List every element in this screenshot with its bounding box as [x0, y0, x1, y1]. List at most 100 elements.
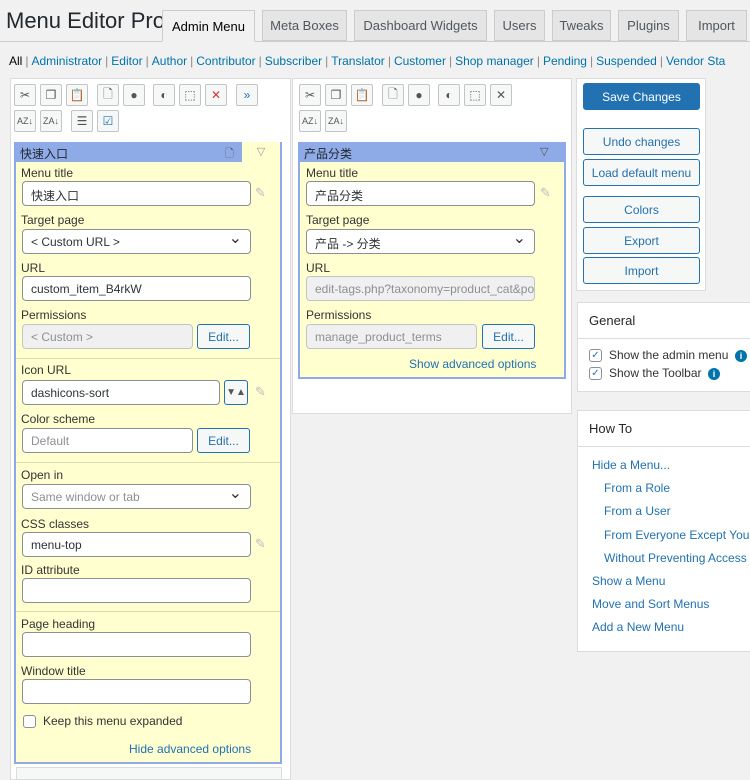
- colors-button[interactable]: Colors: [583, 196, 700, 223]
- howto-move-sort-link[interactable]: Move and Sort Menus: [592, 597, 709, 611]
- role-all[interactable]: All: [9, 54, 22, 68]
- submenu-item-header[interactable]: 产品分类: [300, 142, 564, 162]
- role-pending[interactable]: Pending: [543, 54, 587, 68]
- show-toolbar-checkbox[interactable]: ✓: [589, 367, 602, 380]
- cut-icon[interactable]: ✂: [14, 84, 36, 106]
- tab-dashboard-widgets[interactable]: Dashboard Widgets: [354, 10, 487, 41]
- sort-asc-icon[interactable]: AZ↓: [299, 110, 321, 132]
- target-page-select[interactable]: 产品 -> 分类: [306, 229, 535, 254]
- role-translator[interactable]: Translator: [331, 54, 385, 68]
- list-icon[interactable]: ☰: [71, 110, 93, 132]
- undo-changes-button[interactable]: Undo changes: [583, 128, 700, 155]
- howto-from-role-link[interactable]: From a Role: [604, 481, 670, 495]
- id-attribute-input[interactable]: [22, 578, 251, 603]
- hide-advanced-link[interactable]: Hide advanced options: [129, 742, 251, 756]
- deselect-icon[interactable]: ⬚: [179, 84, 201, 106]
- info-icon[interactable]: i: [708, 368, 720, 380]
- target-page-label: Target page: [306, 213, 370, 227]
- role-suspended[interactable]: Suspended: [596, 54, 657, 68]
- new-separator-icon[interactable]: ●: [123, 84, 145, 106]
- keep-expanded-checkbox[interactable]: [23, 715, 36, 728]
- menu-title-label: Menu title: [21, 166, 74, 180]
- howto-show-menu-link[interactable]: Show a Menu: [592, 574, 665, 588]
- copy-icon[interactable]: ❐: [325, 84, 347, 106]
- import-button[interactable]: Import: [583, 257, 700, 284]
- tab-admin-menu[interactable]: Admin Menu: [162, 10, 255, 42]
- new-separator-icon[interactable]: ●: [408, 84, 430, 106]
- permissions-edit-button[interactable]: Edit...: [482, 324, 535, 349]
- collapse-toggle-icon[interactable]: ▽: [242, 142, 280, 162]
- collapse-toggle-icon[interactable]: ▽: [540, 145, 548, 158]
- role-contributor[interactable]: Contributor: [196, 54, 255, 68]
- url-label: URL: [306, 261, 331, 275]
- window-title-label: Window title: [21, 664, 86, 678]
- color-scheme-input[interactable]: Default: [22, 428, 193, 453]
- role-author[interactable]: Author: [152, 54, 187, 68]
- new-menu-icon[interactable]: 🗋: [97, 84, 119, 106]
- new-menu-icon[interactable]: 🗋: [382, 84, 404, 106]
- tab-import[interactable]: Import: [686, 10, 747, 41]
- deselect-icon[interactable]: ⬚: [464, 84, 486, 106]
- tab-meta-boxes[interactable]: Meta Boxes: [262, 10, 347, 41]
- target-page-value: < Custom URL >: [31, 235, 120, 249]
- icon-selector-button[interactable]: ▼▲: [224, 380, 248, 405]
- target-page-select[interactable]: < Custom URL >: [22, 229, 251, 254]
- divider: [16, 358, 280, 359]
- target-page-label: Target page: [21, 213, 85, 227]
- howto-title: How To: [578, 411, 750, 447]
- url-input[interactable]: custom_item_B4rkW: [22, 276, 251, 301]
- open-in-select[interactable]: Same window or tab: [22, 484, 251, 509]
- page-heading-input[interactable]: [22, 632, 251, 657]
- window-title-input[interactable]: [22, 679, 251, 704]
- url-input: edit-tags.php?taxonomy=product_cat&post_…: [306, 276, 535, 301]
- sort-asc-icon[interactable]: AZ↓: [14, 110, 36, 132]
- reset-pen-icon[interactable]: ✎: [540, 185, 551, 201]
- sort-desc-icon[interactable]: ZA↓: [325, 110, 347, 132]
- info-icon[interactable]: i: [735, 350, 747, 362]
- role-customer[interactable]: Customer: [394, 54, 446, 68]
- role-administrator[interactable]: Administrator: [31, 54, 102, 68]
- tab-tweaks[interactable]: Tweaks: [552, 10, 611, 41]
- menu-title-input[interactable]: 产品分类: [306, 181, 535, 206]
- export-button[interactable]: Export: [583, 227, 700, 254]
- reset-pen-icon[interactable]: ✎: [255, 384, 266, 400]
- tab-users[interactable]: Users: [494, 10, 545, 41]
- icon-url-input[interactable]: dashicons-sort: [22, 380, 220, 405]
- menu-title-input[interactable]: 快速入口: [22, 181, 251, 206]
- next-menu-item[interactable]: [16, 767, 282, 780]
- delete-icon[interactable]: ✕: [490, 84, 512, 106]
- reset-pen-icon[interactable]: ✎: [255, 185, 266, 201]
- role-editor[interactable]: Editor: [111, 54, 142, 68]
- css-classes-label: CSS classes: [21, 517, 90, 531]
- hide-icon[interactable]: ◐: [438, 84, 460, 106]
- howto-without-preventing-link[interactable]: Without Preventing Access: [604, 551, 747, 565]
- howto-from-user-link[interactable]: From a User: [604, 504, 671, 518]
- color-scheme-edit-button[interactable]: Edit...: [197, 428, 250, 453]
- hide-icon[interactable]: ◐: [153, 84, 175, 106]
- delete-icon[interactable]: ✕: [205, 84, 227, 106]
- show-advanced-link[interactable]: Show advanced options: [409, 357, 536, 371]
- expand-icon[interactable]: »: [236, 84, 258, 106]
- paste-icon[interactable]: 📋: [66, 84, 88, 106]
- permissions-edit-button[interactable]: Edit...: [197, 324, 250, 349]
- cut-icon[interactable]: ✂: [299, 84, 321, 106]
- howto-hide-menu-link[interactable]: Hide a Menu...: [592, 458, 670, 472]
- load-default-menu-button[interactable]: Load default menu: [583, 159, 700, 186]
- keep-expanded-label: Keep this menu expanded: [43, 714, 183, 728]
- show-admin-menu-checkbox[interactable]: ✓: [589, 349, 602, 362]
- role-subscriber[interactable]: Subscriber: [265, 54, 322, 68]
- check-icon[interactable]: ☑: [97, 110, 119, 132]
- sort-desc-icon[interactable]: ZA↓: [40, 110, 62, 132]
- reset-pen-icon[interactable]: ✎: [255, 536, 266, 552]
- tab-plugins[interactable]: Plugins: [618, 10, 679, 41]
- paste-icon[interactable]: 📋: [351, 84, 373, 106]
- save-changes-button[interactable]: Save Changes: [583, 83, 700, 110]
- howto-add-menu-link[interactable]: Add a New Menu: [592, 620, 684, 634]
- copy-icon[interactable]: ❐: [40, 84, 62, 106]
- role-vendor[interactable]: Vendor Sta: [666, 54, 725, 68]
- howto-everyone-except-link[interactable]: From Everyone Except You: [604, 528, 749, 542]
- new-item-icon[interactable]: 🗋: [225, 145, 234, 164]
- css-classes-input[interactable]: menu-top: [22, 532, 251, 557]
- menu-item-header[interactable]: 快速入口: [16, 142, 242, 162]
- role-shop-manager[interactable]: Shop manager: [455, 54, 534, 68]
